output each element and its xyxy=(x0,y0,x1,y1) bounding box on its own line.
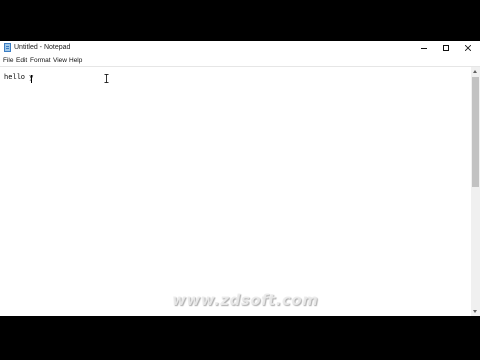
minimize-button[interactable] xyxy=(413,41,436,55)
minimize-icon xyxy=(421,48,427,49)
menu-bar: File Edit Format View Help xyxy=(0,55,480,67)
menu-view[interactable]: View xyxy=(53,56,67,65)
text-editor-area[interactable]: hello y xyxy=(0,67,471,316)
text-cursor-icon xyxy=(104,74,109,83)
close-button[interactable] xyxy=(457,41,480,55)
scrollbar-thumb[interactable] xyxy=(472,77,479,187)
editor-text: hello y xyxy=(4,74,34,82)
close-icon xyxy=(465,45,471,51)
menu-edit[interactable]: Edit xyxy=(16,56,27,65)
maximize-icon xyxy=(443,45,449,51)
notepad-icon xyxy=(4,43,11,52)
scroll-down-arrow-icon xyxy=(473,310,477,313)
watermark: www.zdsoft.com xyxy=(172,291,319,309)
text-caret xyxy=(31,75,32,83)
screen: Untitled - Notepad File Edit Format View… xyxy=(0,0,480,360)
menu-file[interactable]: File xyxy=(3,56,13,65)
window-title: Untitled - Notepad xyxy=(14,44,71,51)
scroll-down-button[interactable] xyxy=(471,307,480,316)
title-bar[interactable]: Untitled - Notepad xyxy=(0,41,480,55)
menu-help[interactable]: Help xyxy=(69,56,82,65)
scroll-up-button[interactable] xyxy=(471,67,480,76)
scroll-up-arrow-icon xyxy=(473,70,477,73)
maximize-button[interactable] xyxy=(435,41,458,55)
vertical-scrollbar[interactable] xyxy=(471,67,480,316)
notepad-window: Untitled - Notepad File Edit Format View… xyxy=(0,41,480,316)
menu-format[interactable]: Format xyxy=(30,56,51,65)
